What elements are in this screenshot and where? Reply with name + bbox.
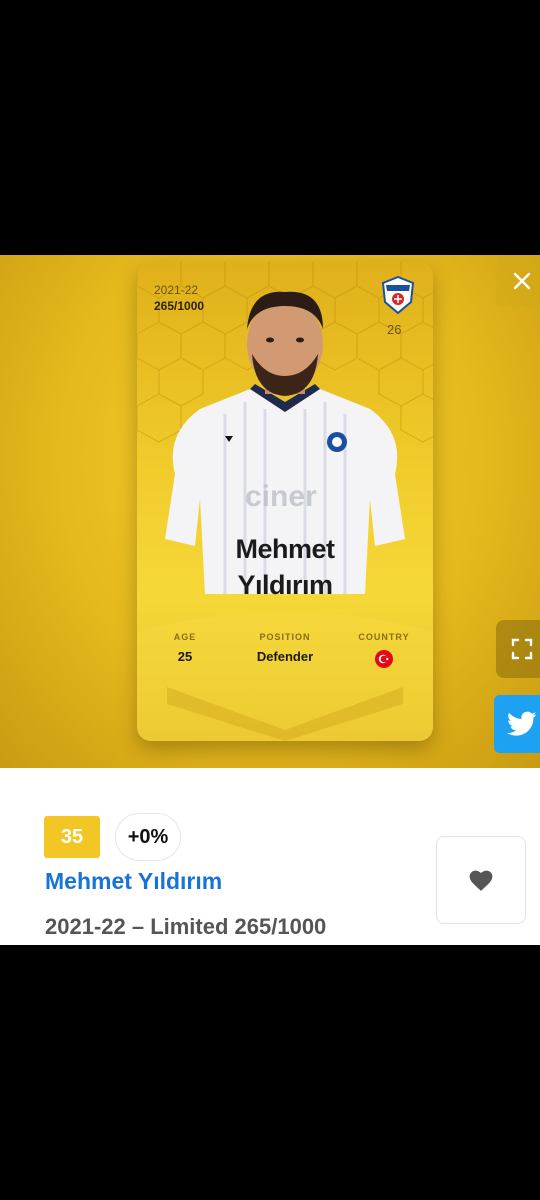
card-last-name: Yıldırım: [237, 570, 333, 600]
heart-icon: [469, 870, 493, 891]
age-value: 25: [177, 649, 193, 664]
player-name-link[interactable]: Mehmet Yıldırım: [45, 868, 222, 895]
turkey-flag-icon: [375, 650, 393, 668]
card-hero: 2021-22 265/1000 26 ciner Mehmet Yıldırı…: [0, 255, 540, 768]
score-change-pill: +0%: [115, 813, 181, 861]
card-details: 35 +0% Mehmet Yıldırım 2021-22 – Limited…: [0, 768, 540, 945]
card-description: 2021-22 – Limited 265/1000: [45, 914, 327, 939]
twitter-icon: [507, 711, 537, 736]
age-label: AGE: [173, 632, 197, 642]
top-letterbox: [0, 0, 540, 255]
fullscreen-button[interactable]: [496, 620, 540, 678]
position-value: Defender: [256, 649, 314, 664]
twitter-share-button[interactable]: [494, 695, 540, 753]
favorite-button[interactable]: [436, 836, 526, 924]
player-card[interactable]: 2021-22 265/1000 26 ciner Mehmet Yıldırı…: [137, 262, 433, 741]
country-label: COUNTRY: [358, 632, 410, 642]
card-first-name: Mehmet: [235, 534, 335, 564]
close-icon: [513, 272, 531, 290]
sponsor-text: ciner: [245, 480, 317, 513]
close-button[interactable]: [496, 255, 540, 307]
bottom-letterbox: [0, 945, 540, 1200]
card-stats-panel: AGE 25 POSITION Defender COUNTRY: [137, 612, 433, 741]
score-badge: 35: [44, 816, 100, 858]
expand-icon: [511, 638, 533, 660]
position-label: POSITION: [259, 632, 311, 642]
